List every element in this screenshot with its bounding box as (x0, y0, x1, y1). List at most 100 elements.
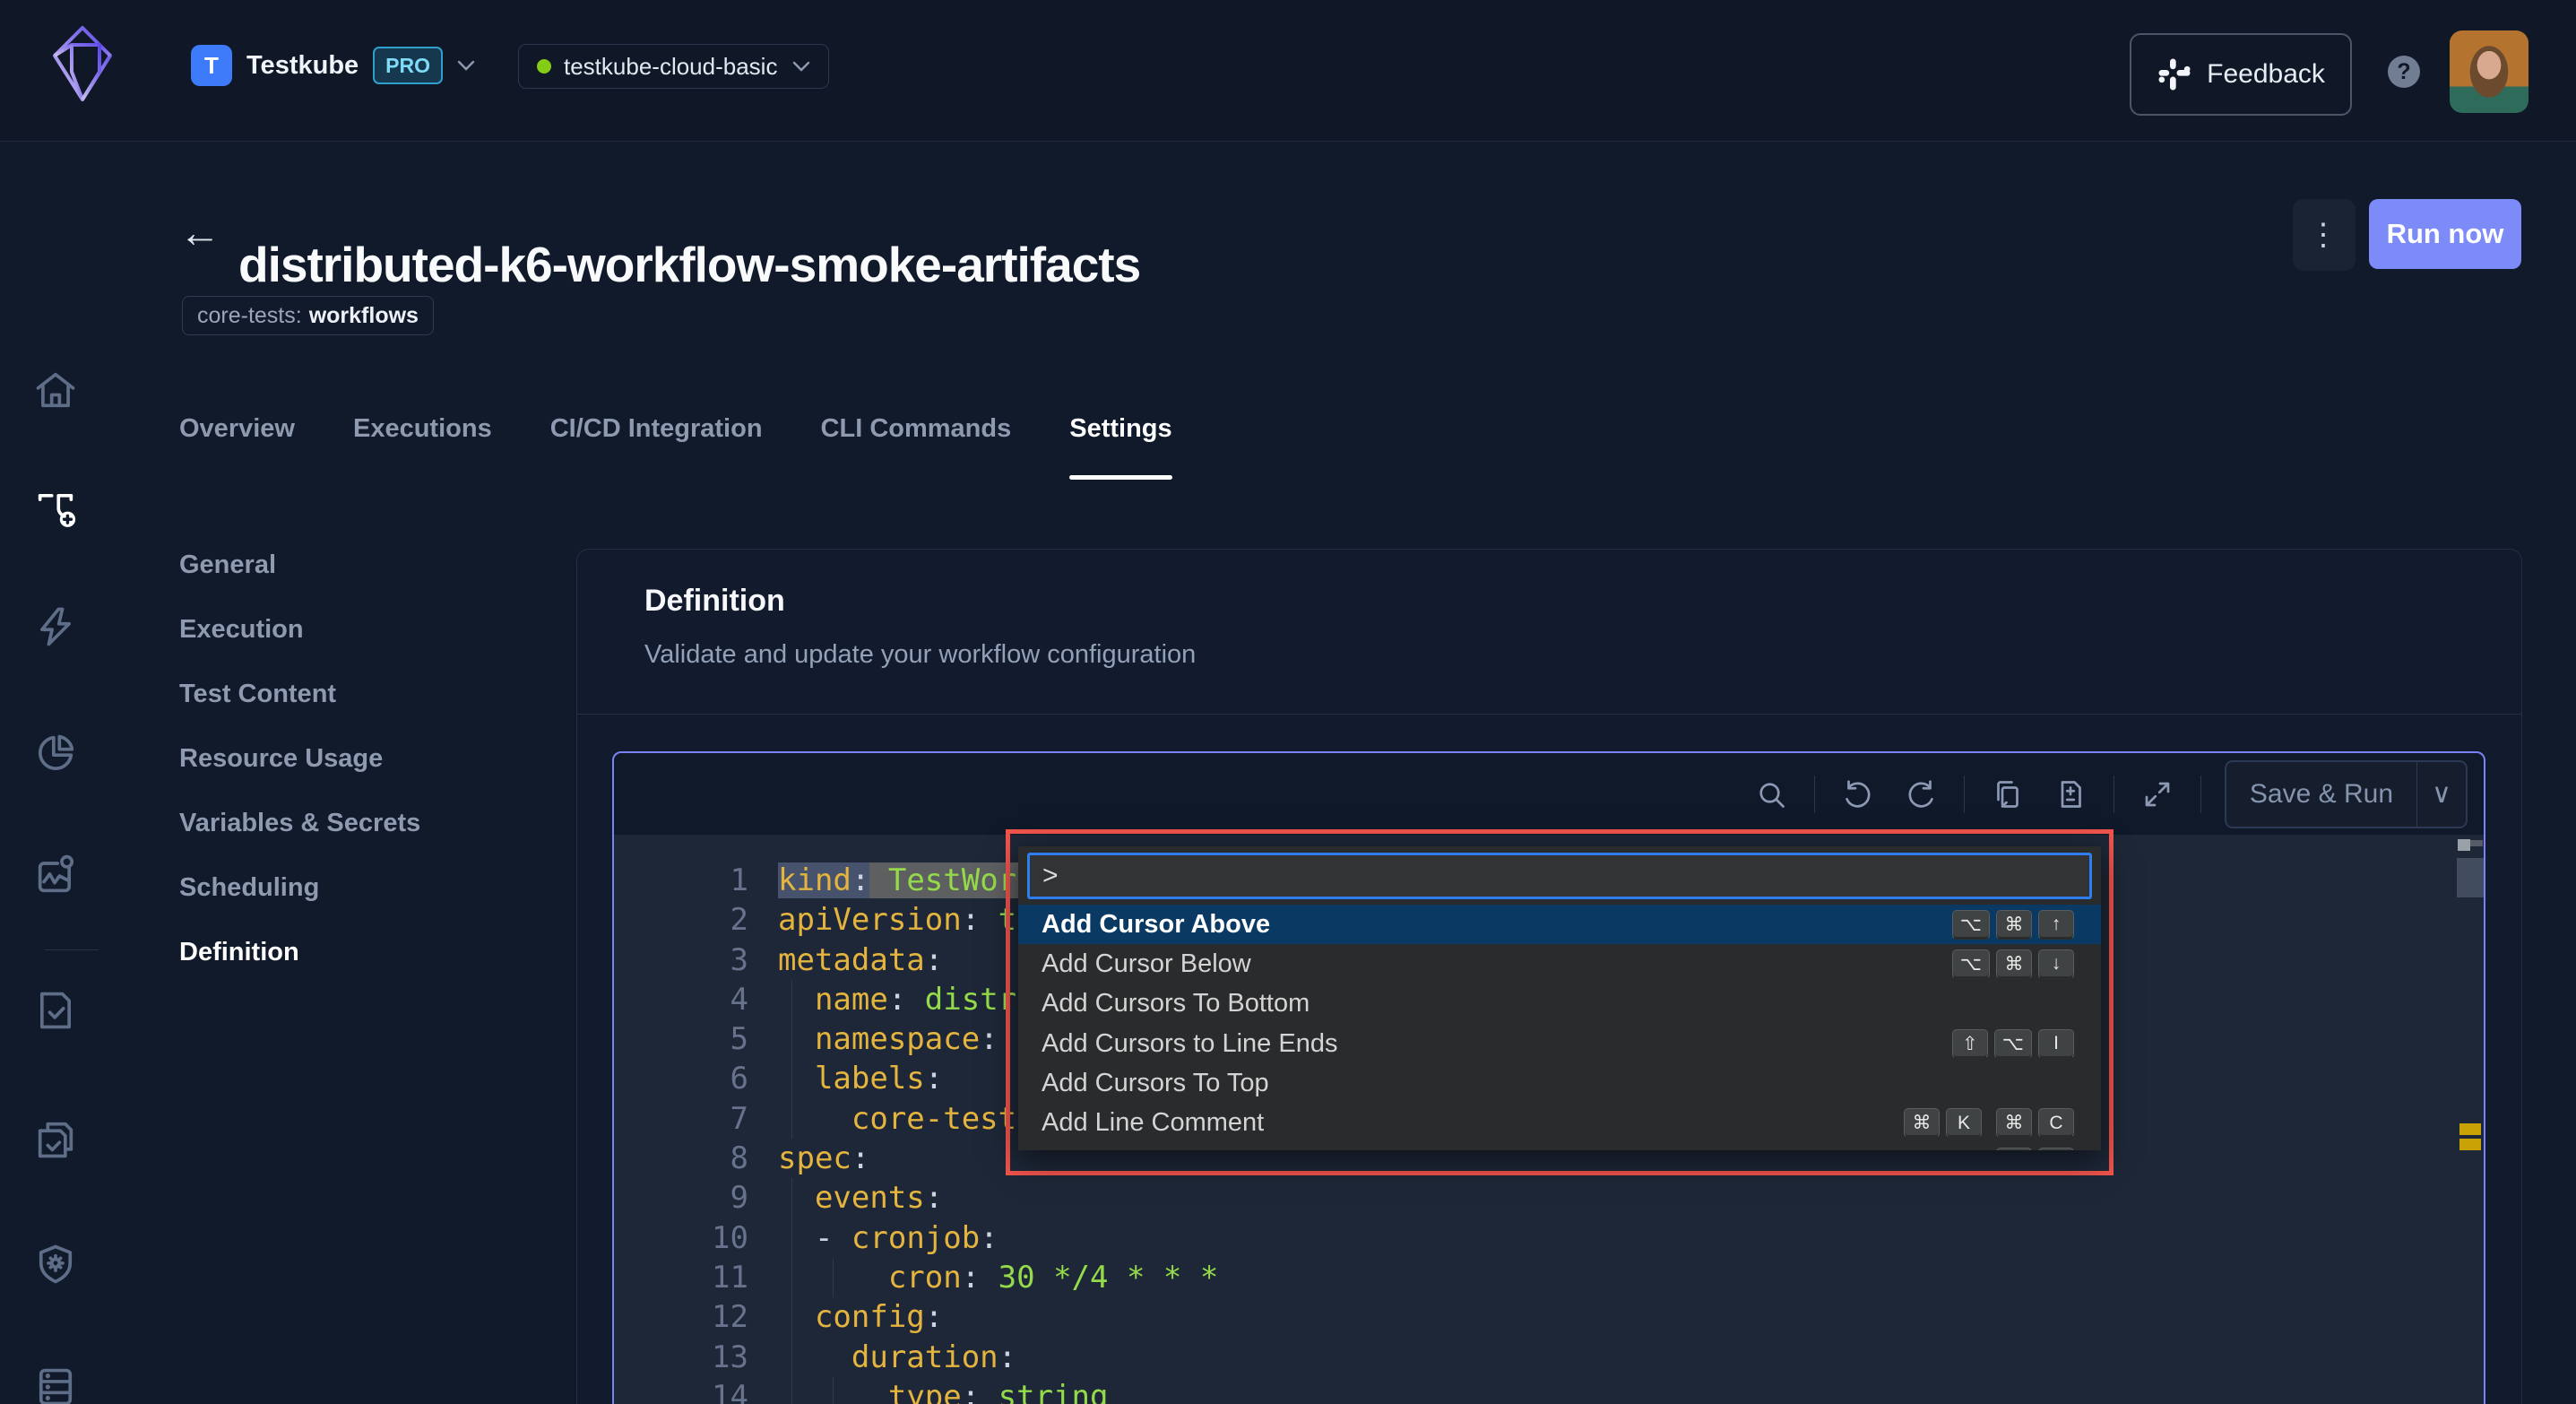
palette-item-label: Add Cursor Below (1042, 949, 1251, 978)
definition-subtitle: Validate and update your workflow config… (644, 640, 1197, 669)
key-chip: ⌘ (1996, 949, 2032, 979)
sidebar-item-tests-file-check-icon[interactable] (30, 985, 81, 1036)
tab-ci-cd-integration[interactable]: CI/CD Integration (550, 414, 763, 456)
palette-item-add-cursors-to-bottom[interactable]: Add Cursors To Bottom (1018, 984, 2101, 1024)
line-number: 9 (730, 1180, 748, 1217)
subnav-item-resource-usage[interactable]: Resource Usage (179, 726, 420, 791)
command-palette-list: Add Cursor Above ⌥ ⌘ ↑ Add Cursor Below ⌥ ⌘ ↓ Ad… (1018, 905, 2101, 1150)
help-button[interactable]: ? (2388, 56, 2420, 88)
label-badge: core-tests: workflows (182, 296, 434, 335)
palette-item-label: Add Line Comment (1042, 1108, 1265, 1138)
app-root: T Testkube PRO testkube-cloud-basic Feed… (0, 0, 2576, 1404)
sidebar-item-executions-lightning-icon[interactable] (30, 602, 81, 652)
subnav-item-definition[interactable]: Definition (179, 920, 420, 984)
line-number: 8 (730, 1140, 748, 1177)
environment-status-dot (537, 59, 551, 74)
code-line[interactable]: 11 cron: 30 */4 * * * (614, 1257, 2484, 1298)
key-chip: ⌥ (1951, 949, 1990, 979)
sidebar-item-test-workflows-icon[interactable] (30, 484, 81, 534)
org-switcher[interactable]: T Testkube PRO (191, 45, 475, 86)
tab-settings[interactable]: Settings (1069, 414, 1173, 480)
org-avatar: T (191, 45, 232, 86)
sidebar-divider (45, 949, 99, 950)
keybinding (1996, 1148, 2074, 1150)
more-actions-button[interactable]: ⋮ (2293, 199, 2356, 271)
search-icon[interactable] (1751, 775, 1791, 814)
testkube-logo-icon[interactable] (52, 25, 113, 102)
keybinding: ⌥ ⌘ ↓ (1951, 949, 2074, 979)
chevron-down-icon (457, 60, 475, 71)
subnav-item-scheduling[interactable]: Scheduling (179, 855, 420, 920)
code-line[interactable]: 14 type: string (614, 1376, 2484, 1404)
palette-item-add-cursor-below[interactable]: Add Cursor Below ⌥ ⌘ ↓ (1018, 944, 2101, 984)
run-now-button[interactable]: Run now (2369, 199, 2521, 269)
back-button[interactable]: ← (177, 208, 222, 256)
line-number: 12 (712, 1299, 748, 1336)
code-line[interactable]: 9 events: (614, 1178, 2484, 1218)
sidebar-item-test-suites-files-icon[interactable] (30, 1114, 81, 1165)
badge-value: workflows (308, 302, 419, 328)
keybinding: ⌥ ⌘ ↑ (1951, 909, 2074, 940)
code-text: spec: (778, 1140, 870, 1177)
sidebar-item-home-icon[interactable] (30, 365, 81, 415)
expand-icon[interactable] (2138, 775, 2177, 814)
undo-icon[interactable] (1838, 775, 1878, 814)
command-prompt: > (1042, 861, 1059, 890)
annotation-red-rectangle: > Add Cursor Above ⌥ ⌘ ↑ Add Cursor Below ⌥ ⌘ ↓… (1006, 829, 2114, 1175)
key-chip: ⌘ (1996, 909, 2032, 940)
badge-key: core-tests: (197, 302, 302, 328)
sidebar-item-insights-pie-icon[interactable] (30, 728, 81, 778)
environment-selector[interactable]: testkube-cloud-basic (518, 44, 829, 89)
code-text: cron: 30 */4 * * * (887, 1259, 1219, 1296)
line-number: 14 (712, 1378, 748, 1404)
subnav-item-execution[interactable]: Execution (179, 597, 420, 662)
top-header: T Testkube PRO testkube-cloud-basic Feed… (0, 0, 2576, 142)
palette-item-add-cursor-above[interactable]: Add Cursor Above ⌥ ⌘ ↑ (1018, 905, 2101, 945)
subnav-item-test-content[interactable]: Test Content (179, 662, 420, 726)
key-chip: ⇧ (1951, 1028, 1988, 1059)
sidebar-item-artifacts-monitor-icon[interactable] (30, 850, 81, 900)
definition-title: Definition (644, 584, 785, 618)
feedback-button[interactable]: Feedback (2130, 33, 2352, 116)
key-chip: C (2038, 1108, 2074, 1139)
line-number: 10 (712, 1219, 748, 1256)
sidebar-item-webhooks-shield-icon[interactable] (30, 1239, 81, 1289)
definition-card-header: Definition Validate and update your work… (577, 550, 2521, 715)
key-chip: ⌘ (1904, 1108, 1940, 1139)
palette-item-label: Add Cursors to Line Ends (1042, 1028, 1338, 1058)
diff-document-icon[interactable] (2051, 775, 2090, 814)
palette-item-label: Add Cursors To Bottom (1042, 989, 1310, 1018)
copy-icon[interactable] (1988, 775, 2027, 814)
palette-item-add-line-comment[interactable]: Add Line Comment ⌘ K ⌘ C (1018, 1103, 2101, 1142)
code-text: events: (814, 1180, 944, 1217)
settings-subnav: General Execution Test Content Resource Usa… (179, 533, 420, 984)
palette-item-add-cursors-to-top[interactable]: Add Cursors To Top (1018, 1063, 2101, 1103)
tab-executions[interactable]: Executions (353, 414, 492, 456)
code-line[interactable]: 10 - cronjob: (614, 1218, 2484, 1258)
scrollbar-slider[interactable] (2457, 858, 2484, 897)
tab-overview[interactable]: Overview (179, 414, 295, 456)
code-line[interactable]: 12 config: (614, 1297, 2484, 1338)
key-chip: ⌥ (1951, 909, 1990, 940)
tab-cli-commands[interactable]: CLI Commands (821, 414, 1012, 456)
user-avatar[interactable] (2450, 30, 2528, 113)
code-text: type: string (887, 1378, 1109, 1404)
subnav-item-variables-secrets[interactable]: Variables & Secrets (179, 791, 420, 855)
chevron-down-icon (792, 61, 810, 72)
command-palette-input[interactable]: > (1027, 853, 2092, 899)
environment-name: testkube-cloud-basic (564, 52, 778, 80)
editor-overview-ruler[interactable] (2457, 835, 2484, 1404)
save-and-run-button[interactable]: Save & Run ∨ (2224, 759, 2468, 828)
line-number: 5 (730, 1021, 748, 1058)
palette-item-partial[interactable] (1018, 1143, 2101, 1150)
code-line[interactable]: 13 duration: (614, 1337, 2484, 1377)
key-chip: I (2038, 1028, 2074, 1059)
save-and-run-dropdown[interactable]: ∨ (2417, 762, 2466, 827)
redo-icon[interactable] (1901, 775, 1941, 814)
sidebar-item-executors-server-icon[interactable] (30, 1362, 81, 1404)
subnav-item-general[interactable]: General (179, 533, 420, 597)
pro-plan-badge: PRO (373, 47, 444, 84)
toolbar-divider (1963, 775, 1965, 813)
palette-item-add-cursors-to-line-ends[interactable]: Add Cursors to Line Ends ⇧ ⌥ I (1018, 1024, 2101, 1063)
slack-icon (2158, 58, 2191, 91)
